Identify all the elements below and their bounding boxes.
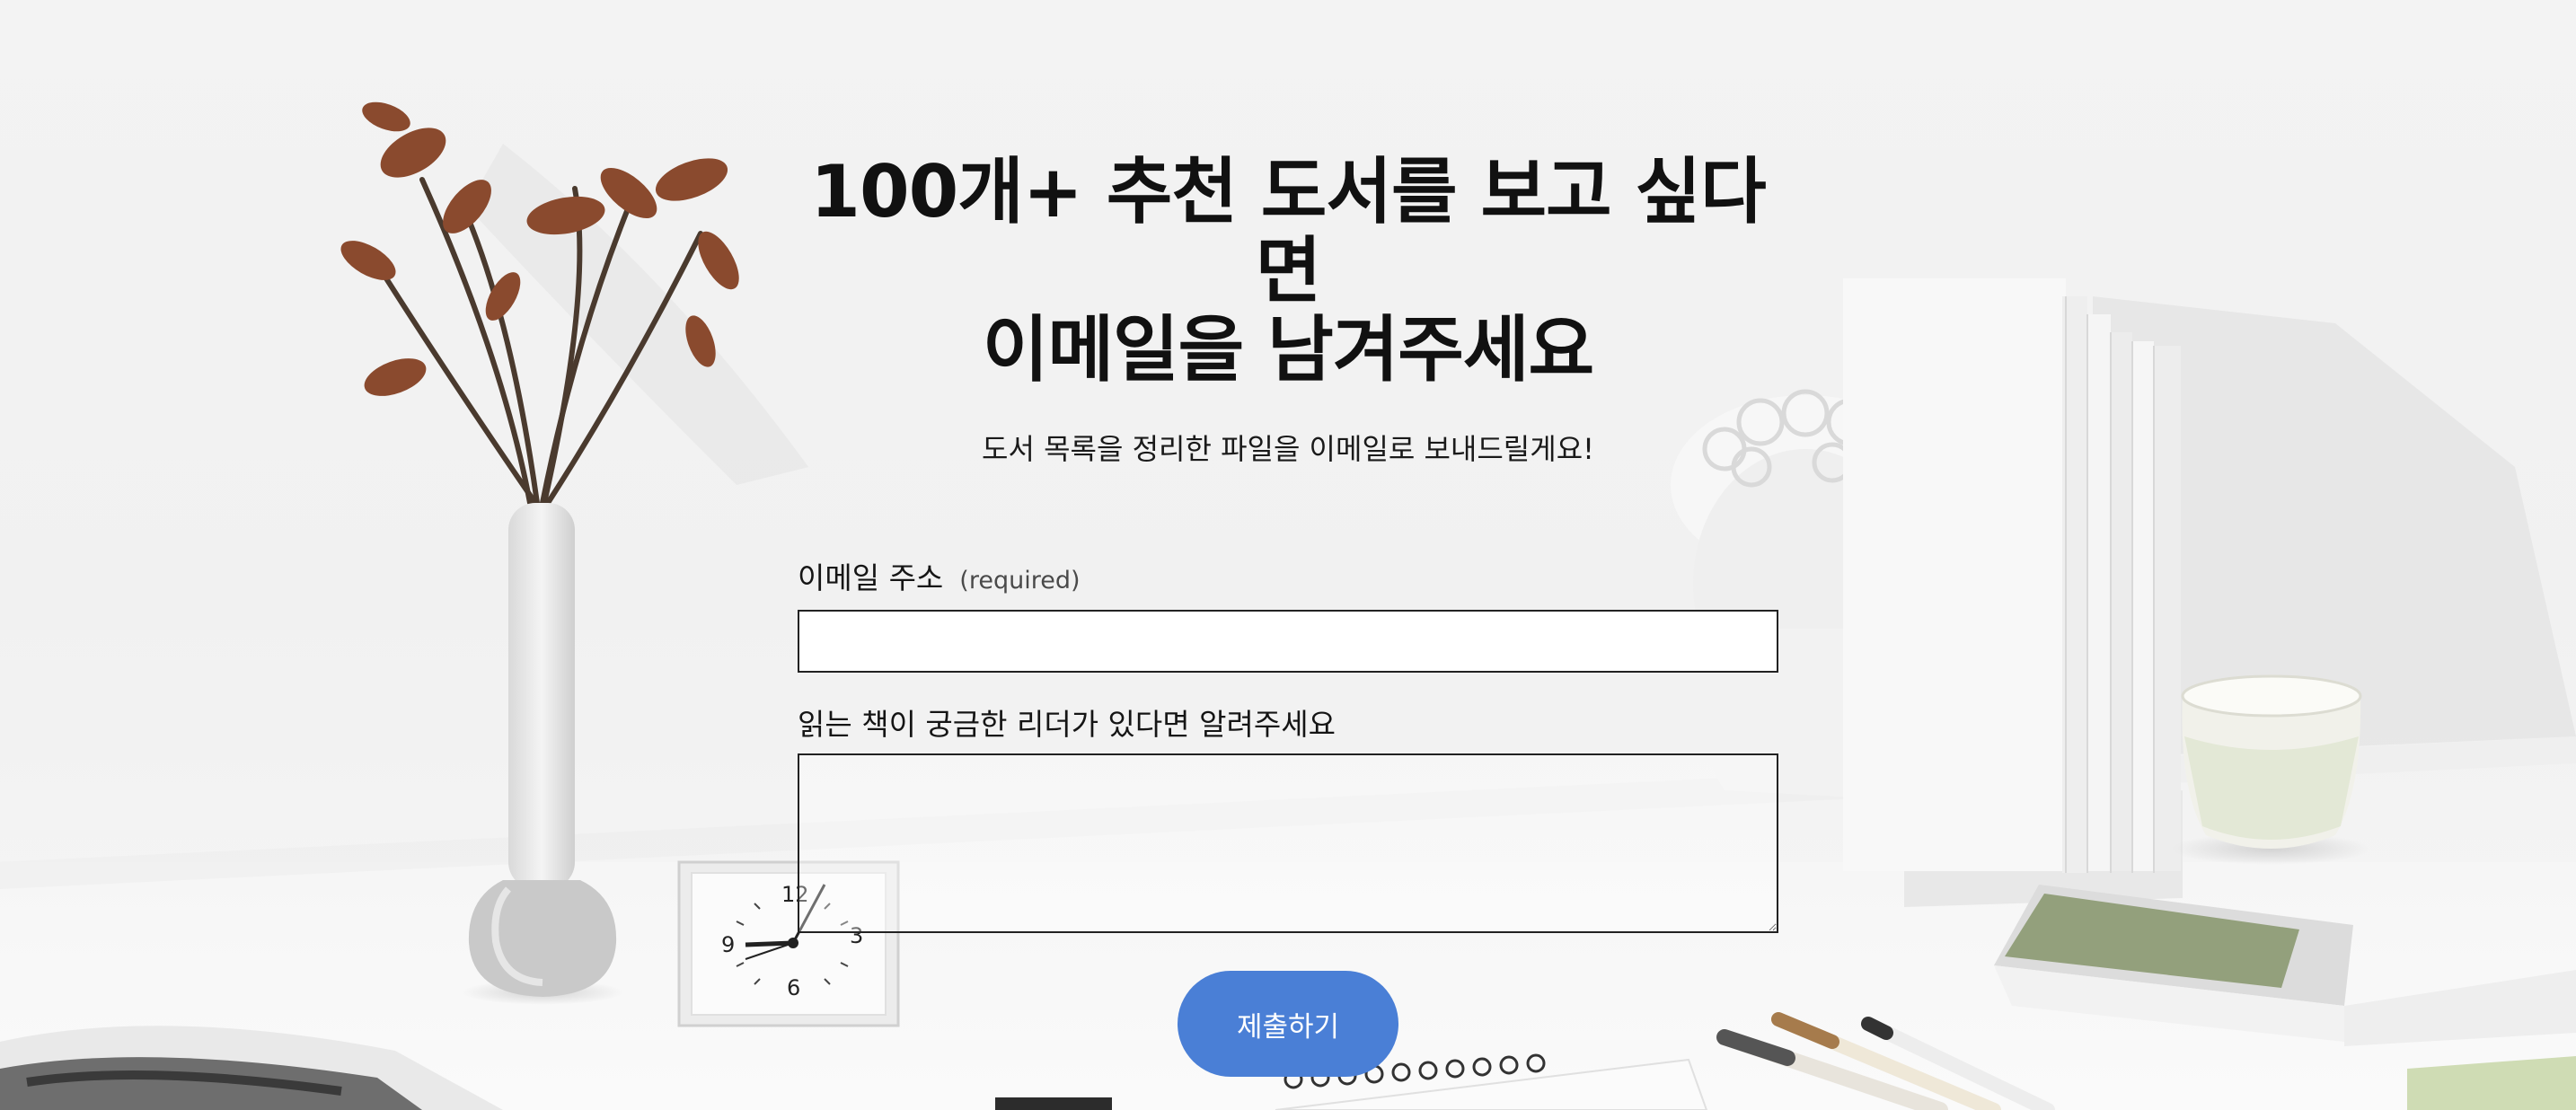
submit-button[interactable]: 제출하기 (1178, 971, 1398, 1077)
email-field[interactable] (798, 610, 1778, 673)
required-note: (required) (959, 567, 1081, 595)
page-title: 100개+ 추천 도서를 보고 싶다면 이메일을 남겨주세요 (798, 153, 1778, 390)
standing-books (1843, 278, 2183, 907)
page-title-line-2: 이메일을 남겨주세요 (982, 308, 1594, 392)
question-textarea[interactable] (798, 753, 1778, 933)
svg-text:9: 9 (721, 932, 735, 957)
ceramic-bowl (2172, 674, 2369, 865)
page-title-line-1: 100개+ 추천 도서를 보고 싶다면 (810, 150, 1766, 313)
question-field-label: 읽는 책이 궁금한 리더가 있다면 알려주세요 (798, 707, 1778, 743)
page-subtitle: 도서 목록을 정리한 파일을 이메일로 보내드릴게요! (982, 432, 1594, 466)
email-label-text: 이메일 주소 (798, 560, 944, 595)
signup-form: 이메일 주소 (required) 읽는 책이 궁금한 리더가 있다면 알려주세… (798, 560, 1778, 1077)
email-field-label: 이메일 주소 (required) (798, 560, 1778, 599)
vase (462, 503, 623, 1005)
question-label-text: 읽는 책이 궁금한 리더가 있다면 알려주세요 (798, 707, 1336, 742)
signup-panel: 100개+ 추천 도서를 보고 싶다면 이메일을 남겨주세요 도서 목록을 정리… (798, 153, 1778, 1077)
hero-section: 12 3 6 9 100개+ 추천 도서를 보고 싶다면 이메일을 남겨주세요 … (0, 0, 2576, 1110)
